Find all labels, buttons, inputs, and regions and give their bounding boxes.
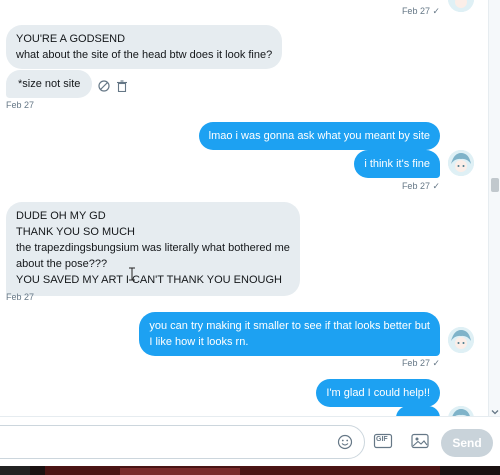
avatar[interactable] <box>448 150 474 176</box>
message-bubble-incoming[interactable]: *size not site <box>6 70 93 98</box>
message-composer: GIF Send <box>0 416 500 466</box>
background-strip <box>0 466 500 475</box>
scroll-thumb[interactable] <box>491 178 499 192</box>
message-text: what about the site of the head btw does… <box>16 49 273 61</box>
background-panel <box>0 466 30 475</box>
message-text: *size not site <box>18 78 81 90</box>
message-bubble-outgoing[interactable]: you can try making it smaller to see if … <box>139 312 440 356</box>
background-artwork-detail <box>120 468 240 475</box>
message-text: DUDE OH MY GD <box>16 210 106 222</box>
chevron-down-icon[interactable] <box>490 404 500 415</box>
image-icon[interactable] <box>410 432 430 450</box>
gif-icon[interactable]: GIF <box>373 432 393 450</box>
mute-icon[interactable] <box>98 79 110 92</box>
message-input[interactable] <box>0 425 365 459</box>
trash-icon[interactable] <box>116 79 128 93</box>
text-cursor-icon <box>128 267 136 281</box>
scrollbar[interactable] <box>488 0 500 416</box>
emoji-icon[interactable] <box>337 434 353 450</box>
timestamp: Feb 27 ✓ <box>401 181 440 191</box>
message-text: YOU'RE A GODSEND <box>16 33 126 45</box>
message-text: I'm glad I could help!! <box>326 387 430 399</box>
background-artwork <box>45 466 440 475</box>
message-text: i think it's fine <box>364 158 430 170</box>
message-bubble-outgoing[interactable]: i think it's fine <box>354 150 440 178</box>
avatar[interactable] <box>448 0 474 12</box>
message-text: about the pose??? <box>16 258 108 270</box>
message-text: you can try making it smaller to see if … <box>149 320 430 332</box>
timestamp: Feb 27 <box>6 100 35 110</box>
message-bubble-outgoing[interactable]: lmao i was gonna ask what you meant by s… <box>198 122 440 150</box>
message-bubble-outgoing[interactable]: I'm glad I could help!! <box>316 379 440 407</box>
timestamp: Feb 27 ✓ <box>401 358 440 368</box>
avatar[interactable] <box>448 327 474 353</box>
message-text: lmao i was gonna ask what you meant by s… <box>208 130 430 142</box>
message-bubble-incoming[interactable]: DUDE OH MY GD THANK YOU SO MUCH the trap… <box>6 202 300 296</box>
message-text: the trapezdingsbungsium was literally wh… <box>16 242 290 254</box>
message-bubble-incoming[interactable]: YOU'RE A GODSEND what about the site of … <box>6 25 283 69</box>
timestamp: Feb 27 ✓ <box>401 6 440 16</box>
message-text: THANK YOU SO MUCH <box>16 226 135 238</box>
send-button[interactable]: Send <box>441 429 493 457</box>
message-text: YOU SAVED MY ART I CAN'T THANK YOU ENOUG… <box>16 274 282 286</box>
message-text: I like how it looks rn. <box>149 336 249 348</box>
timestamp: Feb 27 <box>6 292 35 302</box>
gif-label: GIF <box>376 436 388 443</box>
